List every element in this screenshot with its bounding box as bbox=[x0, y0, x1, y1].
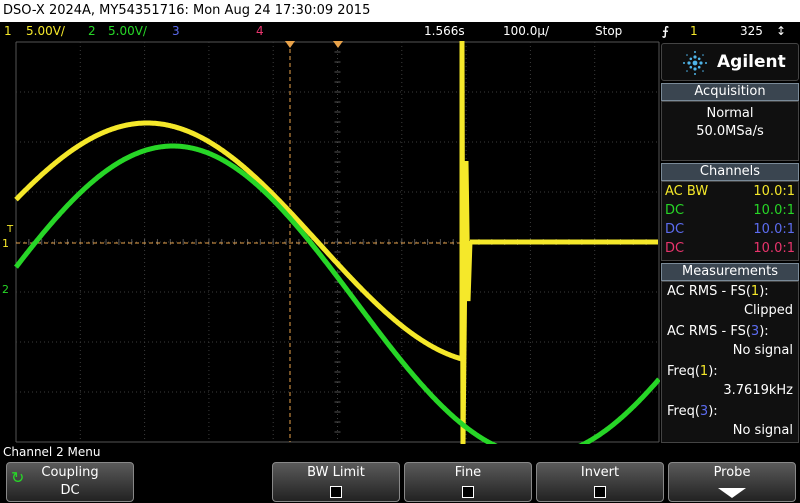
probe-label: Probe bbox=[713, 465, 751, 480]
measurement-3-value: 3.7619kHz bbox=[723, 383, 793, 398]
coupling-label: Coupling bbox=[41, 465, 99, 480]
ch2-probe: 10.0:1 bbox=[753, 203, 795, 218]
agilent-spark-icon bbox=[683, 51, 707, 75]
sample-rate: 50.0MSa/s bbox=[696, 124, 764, 139]
ch2-number[interactable]: 2 bbox=[88, 22, 96, 41]
ch2-ground-marker[interactable]: 2 bbox=[2, 283, 9, 296]
probe-softkey[interactable]: Probe bbox=[668, 462, 796, 502]
ch3-probe: 10.0:1 bbox=[753, 222, 795, 237]
waveform-display[interactable]: T 1 2 bbox=[0, 41, 660, 444]
bw-limit-checkbox-icon[interactable] bbox=[330, 486, 342, 498]
ch1-coupling: AC BW bbox=[665, 184, 709, 199]
trigger-edge-icon: ⨍ bbox=[662, 24, 669, 38]
ch2-scale[interactable]: 5.00V/ bbox=[108, 22, 147, 41]
channels-header: Channels bbox=[661, 163, 799, 181]
ch3-number[interactable]: 3 bbox=[172, 22, 180, 41]
run-state[interactable]: Stop bbox=[595, 22, 622, 41]
ch4-probe: 10.0:1 bbox=[753, 241, 795, 256]
brand-logo: Agilent bbox=[661, 43, 799, 81]
acquisition-header: Acquisition bbox=[661, 83, 799, 101]
fine-softkey[interactable]: Fine bbox=[404, 462, 532, 502]
measurement-3-label: Freq(1): bbox=[667, 364, 718, 379]
ch1-scale[interactable]: 5.00V/ bbox=[26, 22, 65, 41]
bw-limit-label: BW Limit bbox=[307, 465, 365, 480]
measurement-1-label: AC RMS - FS(1): bbox=[667, 284, 769, 299]
measurement-2-value: No signal bbox=[732, 343, 793, 358]
timebase[interactable]: 100.0µ/ bbox=[503, 22, 549, 41]
ch2-coupling: DC bbox=[665, 203, 685, 218]
trigger-source[interactable]: 1 bbox=[690, 22, 698, 41]
menu-title: Channel 2 Menu bbox=[3, 445, 101, 459]
trigger-marker[interactable]: T bbox=[6, 224, 14, 235]
fine-checkbox-icon[interactable] bbox=[462, 486, 474, 498]
acquisition-section: Normal 50.0MSa/s bbox=[661, 101, 799, 161]
coupling-value: DC bbox=[60, 483, 80, 498]
measurements-header: Measurements bbox=[661, 263, 799, 281]
measurement-4-label: Freq(3): bbox=[667, 404, 718, 419]
acquisition-mode: Normal bbox=[706, 106, 754, 121]
window-title: DSO-X 2024A, MY54351716: Mon Aug 24 17:3… bbox=[0, 0, 800, 22]
bw-limit-softkey[interactable]: BW Limit bbox=[272, 462, 400, 502]
coupling-softkey[interactable]: ↻ Coupling DC bbox=[6, 462, 134, 502]
ch1-probe: 10.0:1 bbox=[753, 184, 795, 199]
invert-checkbox-icon[interactable] bbox=[594, 486, 606, 498]
measurement-2-label: AC RMS - FS(3): bbox=[667, 324, 769, 339]
brand-name: Agilent bbox=[717, 52, 786, 72]
status-row: 1 5.00V/ 2 5.00V/ 3 4 1.566s 100.0µ/ Sto… bbox=[0, 22, 800, 41]
trigger-level[interactable]: 325 bbox=[740, 22, 763, 41]
ch3-coupling: DC bbox=[665, 222, 685, 237]
submenu-arrow-icon bbox=[718, 488, 746, 498]
side-panel: Agilent Acquisition Normal 50.0MSa/s Cha… bbox=[660, 41, 800, 444]
trigger-level-unit-icon: ↕ bbox=[776, 24, 787, 38]
ch1-number[interactable]: 1 bbox=[4, 22, 12, 41]
measurement-1-value: Clipped bbox=[743, 303, 793, 318]
ch4-number[interactable]: 4 bbox=[256, 22, 264, 41]
invert-softkey[interactable]: Invert bbox=[536, 462, 664, 502]
trigger-delay[interactable]: 1.566s bbox=[424, 22, 465, 41]
channels-section: AC BW 10.0:1 DC 10.0:1 DC 10.0:1 DC 10.0… bbox=[661, 181, 799, 261]
ch4-coupling: DC bbox=[665, 241, 685, 256]
invert-label: Invert bbox=[580, 465, 620, 480]
fine-label: Fine bbox=[454, 465, 482, 480]
measurements-section: AC RMS - FS(1): Clipped AC RMS - FS(3): … bbox=[661, 281, 799, 443]
ch1-ground-marker[interactable]: 1 bbox=[2, 237, 9, 250]
measurement-4-value: No signal bbox=[732, 423, 793, 438]
